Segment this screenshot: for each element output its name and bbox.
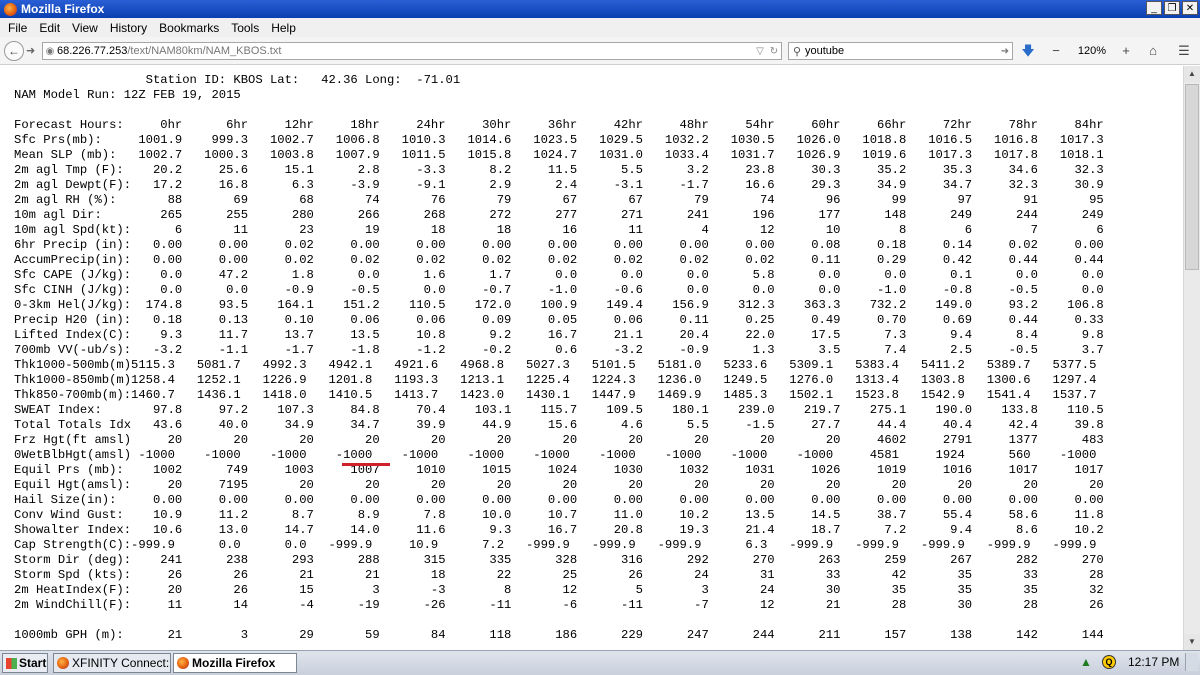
search-go-icon[interactable]: ➜ [998, 46, 1012, 57]
system-tray: ▲ Q 12:17 PM [1074, 652, 1200, 674]
forecast-text: Station ID: KBOS Lat: 42.36 Long: -71.01… [14, 73, 1104, 642]
page-content: Station ID: KBOS Lat: 42.36 Long: -71.01… [0, 66, 1183, 650]
menu-tools[interactable]: Tools [225, 21, 265, 35]
taskbar-item-xfinity[interactable]: XFINITY Connect:... [53, 653, 171, 673]
globe-icon: ◉ [45, 45, 55, 57]
url-bar[interactable]: ◉ 68.226.77.253/text/NAM80km/NAM_KBOS.tx… [42, 42, 782, 60]
zoom-level[interactable]: 120% [1073, 42, 1111, 60]
search-input[interactable]: youtube [805, 45, 998, 57]
back-button[interactable]: ← [4, 41, 24, 61]
download-icon[interactable]: 🡇 [1017, 42, 1039, 60]
vertical-scrollbar[interactable]: ▲ ▼ [1183, 66, 1200, 650]
search-bar[interactable]: ⚲ youtube ➜ [788, 42, 1013, 60]
network-icon[interactable]: ▲ [1080, 655, 1094, 669]
taskbar-item-firefox[interactable]: Mozilla Firefox [173, 653, 297, 673]
zoom-in-button[interactable]: + [1115, 42, 1137, 60]
firefox-icon [4, 2, 17, 16]
zoom-out-button[interactable]: − [1045, 42, 1067, 60]
firefox-icon [177, 657, 189, 669]
menu-file[interactable]: File [2, 21, 33, 35]
dropdown-arrow-icon[interactable]: ▽ [753, 46, 767, 57]
menu-bar: File Edit View History Bookmarks Tools H… [0, 18, 1200, 37]
clock[interactable]: 12:17 PM [1128, 655, 1179, 669]
search-icon: ⚲ [792, 45, 802, 58]
task-label: Mozilla Firefox [192, 656, 276, 670]
taskbar: Start XFINITY Connect:... Mozilla Firefo… [0, 650, 1200, 675]
start-button[interactable]: Start [2, 653, 48, 673]
security-tray-icon[interactable]: Q [1102, 655, 1116, 669]
window-title: Mozilla Firefox [21, 2, 105, 16]
navigation-toolbar: ← ➜ ◉ 68.226.77.253/text/NAM80km/NAM_KBO… [0, 37, 1200, 65]
windows-logo-icon [6, 658, 17, 669]
minimize-button[interactable]: _ [1146, 1, 1162, 15]
url-text[interactable]: 68.226.77.253/text/NAM80km/NAM_KBOS.txt [57, 45, 753, 57]
menu-view[interactable]: View [66, 21, 104, 35]
window-controls: _ ❐ ✕ [1146, 1, 1198, 15]
scrollbar-thumb[interactable] [1185, 84, 1199, 270]
firefox-icon [57, 657, 69, 669]
menu-history[interactable]: History [104, 21, 153, 35]
scroll-down-arrow-icon[interactable]: ▼ [1184, 634, 1200, 650]
window-titlebar: Mozilla Firefox _ ❐ ✕ [0, 0, 1200, 18]
menu-edit[interactable]: Edit [33, 21, 66, 35]
close-button[interactable]: ✕ [1182, 1, 1198, 15]
menu-help[interactable]: Help [265, 21, 302, 35]
reload-icon[interactable]: ↻ [767, 46, 781, 57]
menu-bookmarks[interactable]: Bookmarks [153, 21, 225, 35]
url-host: 68.226.77.253 [57, 45, 128, 57]
menu-icon[interactable]: ☰ [1173, 42, 1195, 60]
url-path: /text/NAM80km/NAM_KBOS.txt [127, 45, 282, 57]
red-underline-annotation [342, 463, 390, 466]
start-label: Start [19, 656, 47, 670]
home-icon[interactable]: ⌂ [1142, 42, 1164, 60]
task-label: XFINITY Connect:... [72, 656, 171, 670]
show-desktop-button[interactable] [1185, 653, 1198, 671]
forward-button[interactable]: ➜ [26, 44, 40, 58]
scroll-up-arrow-icon[interactable]: ▲ [1184, 66, 1200, 82]
restore-button[interactable]: ❐ [1164, 1, 1180, 15]
